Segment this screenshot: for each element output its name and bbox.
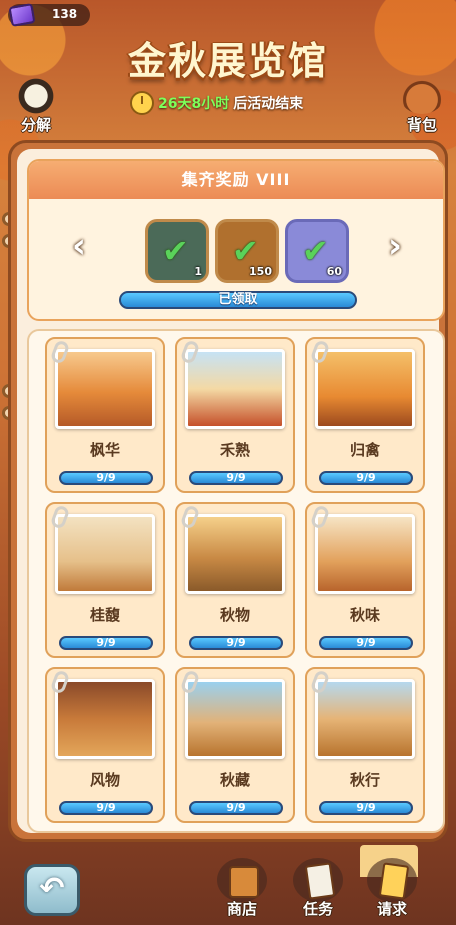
collection-card[interactable]: 秋行 9/9 [305, 667, 425, 823]
collection-card[interactable]: 桂馥 9/9 [45, 502, 165, 658]
purple-gem-icon [8, 3, 36, 27]
back-arrow-icon: ↶ [39, 871, 65, 906]
backpack-label: 背包 [406, 116, 437, 134]
collection-grid: 枫华 9/9 禾熟 9/9 归禽 9/9 桂馥 9/9 秋物 9/9 秋味 9/… [27, 329, 445, 833]
shop-icon [217, 858, 267, 902]
farm-tools-image [185, 514, 285, 594]
collection-name: 风物 [89, 771, 120, 789]
request-button[interactable]: 请求 [362, 858, 422, 922]
collection-name: 枫华 [89, 441, 120, 459]
timer-remaining: 26天8小时 [158, 96, 230, 112]
collection-progress: 9/9 [59, 801, 153, 815]
market-stall-image [55, 679, 155, 759]
reward-qty: 60 [326, 265, 342, 278]
clock-icon [130, 91, 154, 115]
collection-name: 秋味 [349, 606, 380, 624]
back-button[interactable]: ↶ [24, 864, 80, 916]
reward-item-armor[interactable]: ✔ 1 [145, 219, 209, 283]
collection-progress: 9/9 [319, 801, 413, 815]
picnic-basket-image [315, 514, 415, 594]
collection-name: 秋物 [219, 606, 250, 624]
collection-progress: 9/9 [59, 636, 153, 650]
collection-name: 秋藏 [219, 771, 250, 789]
collection-card[interactable]: 禾熟 9/9 [175, 337, 295, 493]
tasks-icon [293, 858, 343, 902]
backpack-icon [400, 78, 444, 114]
birds-image [315, 349, 415, 429]
maple-forest-image [55, 349, 155, 429]
collection-progress: 9/9 [189, 636, 283, 650]
collection-name: 秋行 [349, 771, 380, 789]
collection-card[interactable]: 风物 9/9 [45, 667, 165, 823]
collection-card[interactable]: 秋藏 9/9 [175, 667, 295, 823]
check-icon: ✔ [302, 232, 329, 270]
timer-suffix: 后活动结束 [233, 96, 304, 112]
decompose-label: 分解 [20, 116, 51, 134]
event-timer: 26天8小时 后活动结束 [130, 90, 303, 116]
decompose-button[interactable]: 分解 [8, 78, 64, 134]
reward-qty: 1 [194, 265, 202, 278]
currency-amount: 138 [52, 7, 78, 21]
backpack-button[interactable]: 背包 [394, 78, 450, 134]
tasks-button[interactable]: 任务 [288, 858, 348, 922]
collection-card[interactable]: 秋味 9/9 [305, 502, 425, 658]
reward-item-card-pack[interactable]: ✔ 60 [285, 219, 349, 283]
event-title: 金秋展览馆 [127, 39, 328, 83]
bottom-nav: ↶ 商店 任务 请求 [0, 850, 456, 925]
currency-bar[interactable]: 138 [8, 3, 90, 27]
check-icon: ✔ [162, 232, 189, 270]
collection-progress: 9/9 [319, 636, 413, 650]
collection-progress: 9/9 [59, 471, 153, 485]
collection-progress: 9/9 [189, 801, 283, 815]
collection-card[interactable]: 秋物 9/9 [175, 502, 295, 658]
collection-progress: 9/9 [319, 471, 413, 485]
shop-button[interactable]: 商店 [212, 858, 272, 922]
reward-item-maple-leaf[interactable]: ✔ 150 [215, 219, 279, 283]
collection-progress: 9/9 [189, 471, 283, 485]
collection-card[interactable]: 枫华 9/9 [45, 337, 165, 493]
cart-image [315, 679, 415, 759]
prev-reward-button[interactable]: ‹ [65, 229, 93, 265]
reward-qty: 150 [249, 265, 272, 278]
collection-card[interactable]: 归禽 9/9 [305, 337, 425, 493]
set-reward-section: 集齐奖励 VIII ‹ ✔ 1 ✔ 150 ✔ 60 › 已领取 [27, 159, 445, 321]
album-panel: 集齐奖励 VIII ‹ ✔ 1 ✔ 150 ✔ 60 › 已领取 枫华 9/9 [8, 140, 448, 842]
recycle-icon [14, 78, 58, 114]
osmanthus-vase-image [55, 514, 155, 594]
claimed-status-bar: 已领取 [119, 291, 357, 309]
collection-name: 归禽 [349, 441, 380, 459]
collection-name: 禾熟 [219, 441, 250, 459]
reward-title: 集齐奖励 VIII [29, 161, 443, 199]
collection-name: 桂馥 [89, 606, 120, 624]
fruit-harvest-image [185, 349, 285, 429]
next-reward-button[interactable]: › [381, 229, 409, 265]
barn-image [185, 679, 285, 759]
request-icon [367, 858, 417, 902]
